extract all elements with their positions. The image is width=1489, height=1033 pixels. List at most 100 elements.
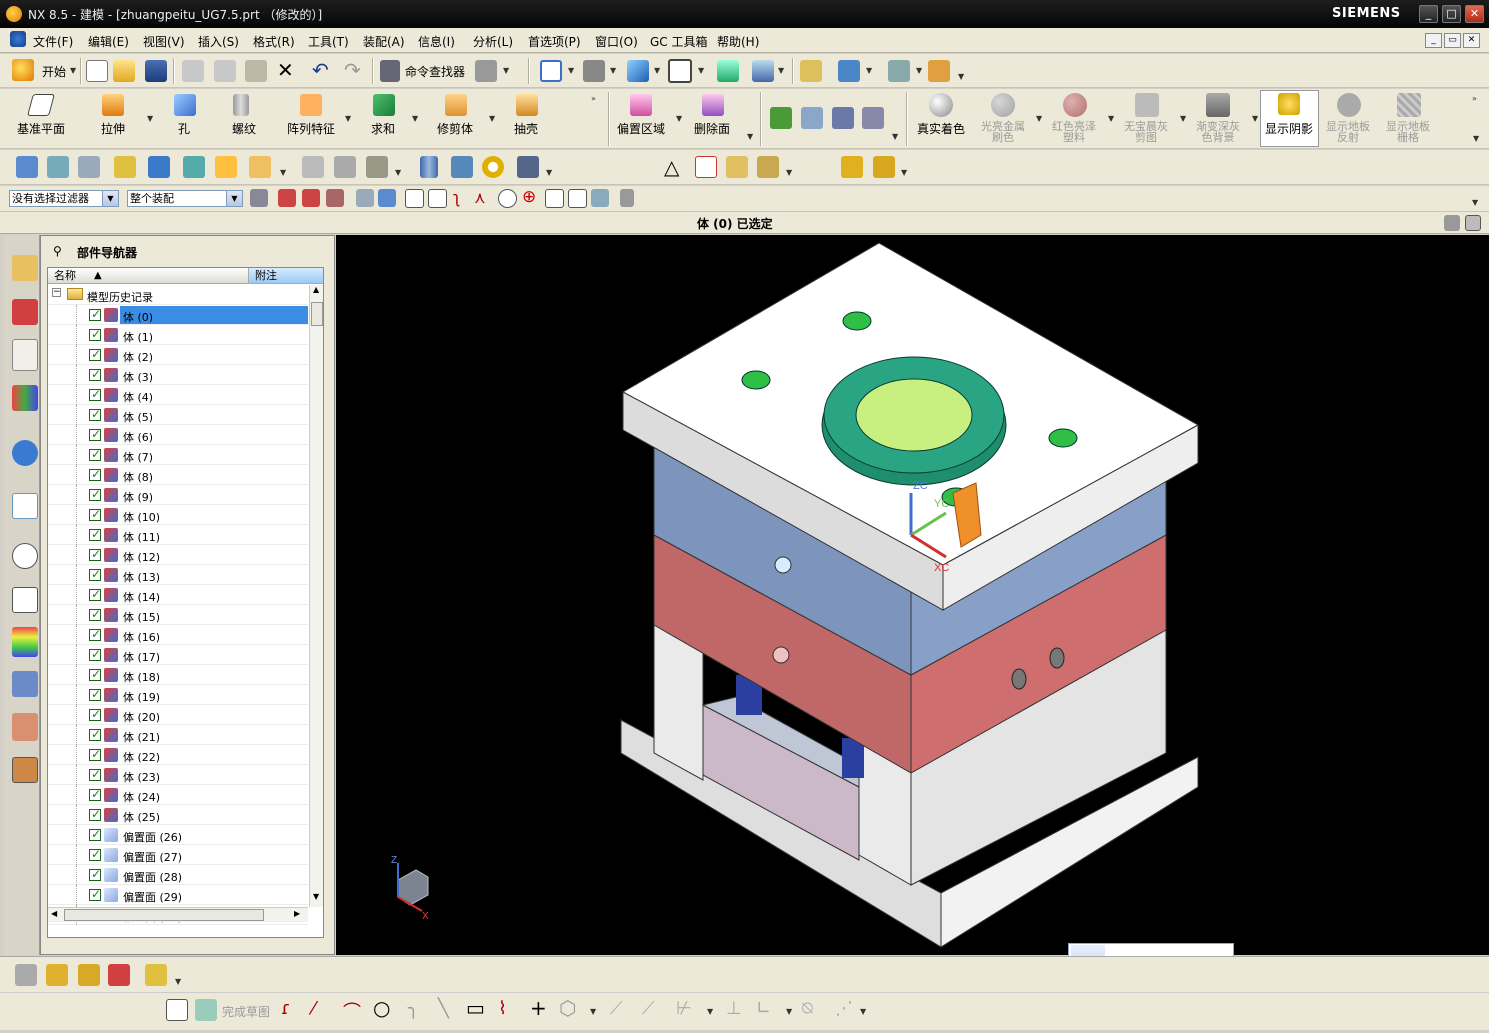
floor-reflection-icon[interactable] bbox=[1337, 93, 1361, 117]
offset-region-dropdown-icon[interactable]: ▼ bbox=[676, 114, 682, 123]
list-item[interactable]: 体 (8) bbox=[48, 465, 308, 485]
snap-intersection-icon[interactable]: ⋏ bbox=[474, 188, 486, 207]
part-navigator-icon[interactable] bbox=[12, 339, 38, 371]
circle-icon[interactable]: ○ bbox=[373, 996, 390, 1020]
table-edit-icon[interactable] bbox=[726, 156, 748, 178]
visibility-checkbox[interactable] bbox=[89, 767, 101, 781]
cylinder-icon[interactable] bbox=[420, 156, 438, 178]
visibility-checkbox[interactable] bbox=[89, 527, 101, 541]
menu-assembly[interactable]: 装配(A) bbox=[363, 33, 405, 50]
unite-button[interactable]: 求和 bbox=[371, 120, 395, 137]
visibility-checkbox[interactable] bbox=[89, 587, 101, 601]
render-dropdown-icon[interactable]: ▼ bbox=[1473, 134, 1479, 143]
list-item[interactable]: 体 (3) bbox=[48, 365, 308, 385]
arc-icon[interactable]: ⌒ bbox=[343, 998, 361, 1024]
reuse-library-icon[interactable] bbox=[12, 385, 38, 411]
visibility-checkbox[interactable] bbox=[89, 307, 101, 321]
visibility-checkbox[interactable] bbox=[89, 827, 101, 841]
offset-curve-icon[interactable] bbox=[366, 156, 388, 178]
close-button[interactable]: ✕ bbox=[1465, 5, 1484, 23]
material-dropdown-icon[interactable]: ▼ bbox=[1036, 114, 1042, 123]
edit-object-icon[interactable] bbox=[148, 156, 170, 178]
visibility-checkbox[interactable] bbox=[89, 507, 101, 521]
resize-icon[interactable] bbox=[1465, 215, 1481, 231]
background-icon[interactable] bbox=[668, 59, 692, 83]
visibility-checkbox[interactable] bbox=[89, 747, 101, 761]
menu-tools[interactable]: 工具(T) bbox=[308, 33, 349, 50]
show-constraints-icon[interactable]: ⍉ bbox=[802, 998, 813, 1019]
red-plastic-button[interactable]: 红色亮泽塑料 bbox=[1049, 121, 1099, 143]
polygon-icon[interactable]: ⌇ bbox=[498, 998, 507, 1019]
spring-icon[interactable] bbox=[451, 156, 473, 178]
roles-icon[interactable] bbox=[12, 713, 38, 741]
drawing-sheet-icon[interactable] bbox=[695, 156, 717, 178]
more-features-icon[interactable]: » bbox=[591, 94, 596, 103]
constraint-dropdown-icon[interactable]: ▼ bbox=[786, 1007, 792, 1016]
trim-body-button[interactable]: 修剪体 bbox=[437, 120, 473, 137]
thread-icon[interactable] bbox=[233, 94, 249, 116]
cut-icon[interactable] bbox=[182, 60, 204, 82]
visibility-checkbox[interactable] bbox=[89, 647, 101, 661]
history-icon[interactable] bbox=[12, 543, 38, 569]
snap-grid-icon[interactable] bbox=[620, 189, 634, 207]
maximize-button[interactable]: □ bbox=[1442, 5, 1461, 23]
layer-settings-icon[interactable] bbox=[47, 156, 69, 178]
constraint-icon[interactable]: ⊥ bbox=[726, 998, 742, 1019]
list-item[interactable]: 偏置面 (27) bbox=[48, 845, 308, 865]
start-dropdown-icon[interactable]: ▼ bbox=[70, 66, 76, 75]
component-array-icon[interactable] bbox=[78, 964, 100, 986]
list-item[interactable]: 体 (21) bbox=[48, 725, 308, 745]
check-geometry-icon[interactable] bbox=[770, 107, 792, 129]
scroll-left-icon[interactable]: ◀ bbox=[51, 909, 57, 918]
selection-settings-icon[interactable] bbox=[250, 189, 268, 207]
deselect-icon[interactable] bbox=[302, 189, 320, 207]
menu-info[interactable]: 信息(I) bbox=[418, 33, 455, 50]
app-menu-icon[interactable] bbox=[10, 31, 26, 47]
snap-point-icon[interactable] bbox=[545, 189, 564, 208]
selection-filter-select[interactable]: 没有选择过滤器 ▼ bbox=[9, 190, 119, 207]
offset-region-icon[interactable] bbox=[630, 94, 652, 116]
orientation-dropdown-icon[interactable]: ▼ bbox=[610, 66, 616, 75]
shaded-cube-icon[interactable] bbox=[627, 60, 649, 82]
sketch-plane-icon[interactable] bbox=[15, 964, 37, 986]
tree-root-row[interactable]: − 模型历史记录 bbox=[48, 285, 308, 305]
list-item[interactable]: 体 (25) bbox=[48, 805, 308, 825]
quick-trim-icon[interactable]: ⟋ bbox=[610, 998, 623, 1019]
list-item[interactable]: 体 (12) bbox=[48, 545, 308, 565]
visibility-checkbox[interactable] bbox=[89, 567, 101, 581]
menu-edit[interactable]: 编辑(E) bbox=[88, 33, 129, 50]
gradient-background-button[interactable]: 渐变深灰色背景 bbox=[1193, 121, 1243, 143]
shell-button[interactable]: 抽壳 bbox=[514, 120, 538, 137]
mate-constraint-icon[interactable] bbox=[108, 964, 130, 986]
curves-dropdown-icon[interactable]: ▼ bbox=[590, 1007, 596, 1016]
list-item[interactable]: 偏置面 (28) bbox=[48, 865, 308, 885]
visibility-checkbox[interactable] bbox=[89, 487, 101, 501]
visibility-checkbox[interactable] bbox=[89, 807, 101, 821]
delete-face-icon[interactable] bbox=[702, 94, 724, 116]
select-bodies-icon[interactable] bbox=[378, 189, 396, 207]
mdi-minimize-button[interactable]: _ bbox=[1425, 33, 1442, 48]
selection-mode-dropdown-icon[interactable]: ▼ bbox=[503, 66, 509, 75]
redo-icon[interactable]: ↷ bbox=[344, 58, 361, 82]
add-component-icon[interactable] bbox=[873, 156, 895, 178]
hole-icon[interactable] bbox=[174, 94, 196, 116]
delete-face-dropdown-icon[interactable]: ▼ bbox=[747, 132, 753, 141]
visibility-checkbox[interactable] bbox=[89, 547, 101, 561]
new-component-icon[interactable] bbox=[46, 964, 68, 986]
dimension-icon[interactable]: ⊬ bbox=[676, 998, 692, 1019]
shell-icon[interactable] bbox=[516, 94, 538, 116]
line-icon[interactable]: ⁄ bbox=[312, 998, 315, 1019]
snap-center-icon[interactable] bbox=[498, 189, 517, 208]
floor-grid-button[interactable]: 显示地板栅格 bbox=[1383, 121, 1433, 143]
notes-icon[interactable] bbox=[757, 156, 779, 178]
list-item[interactable]: 体 (18) bbox=[48, 665, 308, 685]
visibility-checkbox[interactable] bbox=[89, 787, 101, 801]
visibility-checkbox[interactable] bbox=[89, 367, 101, 381]
profile-icon[interactable]: ɾ bbox=[281, 998, 291, 1019]
point-icon[interactable]: + bbox=[530, 996, 547, 1020]
misc-dropdown-icon[interactable]: ▼ bbox=[892, 132, 898, 141]
box-icon[interactable] bbox=[215, 156, 237, 178]
offset-region-button[interactable]: 偏置区域 bbox=[617, 120, 665, 137]
start-button[interactable]: 开始 bbox=[42, 63, 66, 80]
web-browser-icon[interactable] bbox=[12, 493, 38, 519]
